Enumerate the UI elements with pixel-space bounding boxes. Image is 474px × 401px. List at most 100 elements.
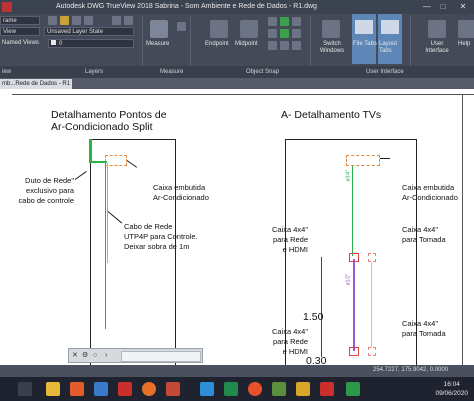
close-icon[interactable]: ✕ bbox=[72, 352, 80, 360]
command-input[interactable] bbox=[121, 351, 201, 362]
caixa-left-label-1: Caixa embutida bbox=[153, 183, 206, 192]
endpoint-label[interactable]: Endpoint bbox=[205, 41, 229, 47]
named-views-label[interactable]: Named Views bbox=[2, 40, 39, 46]
duto-label-3: cabo de controle bbox=[18, 196, 74, 205]
word-icon[interactable] bbox=[94, 382, 108, 396]
measure-icon[interactable] bbox=[150, 20, 168, 38]
system-clock[interactable]: 16:04 09/06/2020 bbox=[435, 380, 468, 398]
power-conduit bbox=[371, 262, 372, 347]
command-line[interactable]: ✕ ⚙ ○ › bbox=[68, 348, 203, 363]
snap-extension-icon[interactable] bbox=[280, 29, 289, 38]
snap-center-icon[interactable] bbox=[268, 17, 277, 26]
freeze-icon[interactable] bbox=[84, 16, 93, 25]
task-view-icon[interactable] bbox=[18, 382, 32, 396]
acrobat-icon[interactable] bbox=[118, 382, 132, 396]
box1-right-label-2: para Tomada bbox=[402, 235, 446, 244]
view-combo[interactable]: View bbox=[0, 27, 40, 36]
layer-match-icon[interactable] bbox=[112, 16, 121, 25]
left-heading-line1: Detalhamento Pontos de bbox=[51, 109, 167, 121]
left-heading-line2: Ar-Condicionado Split bbox=[51, 121, 153, 133]
measure-label[interactable]: Measure bbox=[146, 41, 169, 47]
duto-leader bbox=[74, 171, 87, 180]
snap-quadrant-icon[interactable] bbox=[292, 17, 301, 26]
layer-props-icon[interactable] bbox=[72, 16, 81, 25]
office-icon[interactable] bbox=[70, 382, 84, 396]
excel-icon[interactable] bbox=[224, 382, 238, 396]
box2-right-label-2: para Tomada bbox=[402, 329, 446, 338]
user-interface-label[interactable]: User Interface bbox=[422, 41, 452, 55]
file-tabs-button[interactable]: File Tabs bbox=[352, 14, 377, 64]
close-button[interactable]: ✕ bbox=[456, 0, 470, 14]
snap-node-icon[interactable] bbox=[280, 17, 289, 26]
right-ac-box bbox=[346, 155, 380, 166]
dimension-line bbox=[321, 257, 322, 357]
caixa-left-label-2: Ar-Condicionado bbox=[153, 193, 209, 202]
layer-iso-icon[interactable] bbox=[124, 16, 133, 25]
layer-icon[interactable] bbox=[48, 16, 57, 25]
window-title: Autodesk DWG TrueView 2018 Sabrina - Som… bbox=[56, 3, 317, 10]
power-box-lower bbox=[368, 347, 376, 356]
purple-pipe-label: ø1/2" bbox=[345, 273, 352, 286]
dropdown-icon[interactable] bbox=[177, 22, 186, 31]
minimize-button[interactable]: — bbox=[420, 0, 434, 14]
snap-insertion-icon[interactable] bbox=[292, 29, 301, 38]
sun-icon[interactable] bbox=[60, 16, 69, 25]
panel-layers[interactable]: Layers bbox=[85, 66, 103, 78]
layout-tabs-label: Layout Tabs bbox=[379, 41, 398, 54]
cabo-label-3: Deixar sobra de 1m bbox=[124, 242, 190, 251]
switch-windows-icon[interactable] bbox=[322, 20, 340, 38]
dimension-150: 1.50 bbox=[303, 311, 324, 323]
cabo-label-2: UTP4P para Controle. bbox=[124, 232, 198, 241]
file-explorer-icon[interactable] bbox=[46, 382, 60, 396]
wrench-icon[interactable]: ⚙ bbox=[82, 352, 90, 360]
app-icon[interactable] bbox=[272, 382, 286, 396]
snap-nearest-icon[interactable] bbox=[292, 41, 301, 50]
current-layer-combo[interactable]: 0 bbox=[48, 39, 134, 48]
midpoint-label[interactable]: Midpoint bbox=[235, 41, 258, 47]
document-tab[interactable]: mb...Rede de Dados - R1 bbox=[0, 79, 72, 89]
panel-user-interface[interactable]: User Interface bbox=[366, 66, 404, 78]
title-bar: Autodesk DWG TrueView 2018 Sabrina - Som… bbox=[0, 0, 474, 14]
box1-left-label-2: para Rede bbox=[272, 235, 308, 244]
drawing-canvas[interactable]: Detalhamento Pontos de Ar-Condicionado S… bbox=[0, 89, 474, 365]
taskbar: 16:04 09/06/2020 bbox=[0, 377, 474, 401]
user-interface-icon[interactable] bbox=[428, 20, 446, 38]
snap-intersection-icon[interactable] bbox=[268, 29, 277, 38]
panel-object-snap[interactable]: Object Snap bbox=[246, 66, 279, 78]
dwg-trueview-icon[interactable] bbox=[346, 382, 360, 396]
red-cable bbox=[105, 163, 106, 329]
help-label[interactable]: Help bbox=[458, 41, 470, 47]
layout-tabs-button[interactable]: Layout Tabs bbox=[378, 14, 402, 64]
snap-tangent-icon[interactable] bbox=[280, 41, 289, 50]
help-icon[interactable] bbox=[458, 20, 474, 38]
power-box-upper bbox=[368, 253, 376, 262]
edge-icon[interactable] bbox=[200, 382, 214, 396]
coordinates-readout: 254.7227, 175.9042, 0.0000 bbox=[373, 367, 449, 373]
chevron-icon[interactable]: › bbox=[105, 352, 113, 360]
ribbon-panel-bar: iew Layers Measure Object Snap User Inte… bbox=[0, 66, 474, 78]
left-ac-box bbox=[105, 155, 127, 166]
layer-combo[interactable]: rame bbox=[0, 16, 40, 25]
snap-perpendicular-icon[interactable] bbox=[268, 41, 277, 50]
panel-measure[interactable]: Measure bbox=[160, 66, 183, 78]
box2-left-label-3: e HDMI bbox=[282, 347, 308, 356]
search-icon[interactable]: ○ bbox=[93, 352, 101, 360]
midpoint-icon[interactable] bbox=[240, 20, 258, 38]
panel-view[interactable]: iew bbox=[2, 66, 11, 78]
box2-left-label-1: Caixa 4x4" bbox=[271, 327, 308, 336]
autocad-icon[interactable] bbox=[320, 382, 334, 396]
box2-right-label-1: Caixa 4x4" bbox=[402, 319, 439, 328]
firefox-icon[interactable] bbox=[142, 382, 156, 396]
layer-state-combo[interactable]: Unsaved Layer State bbox=[44, 27, 134, 36]
maximize-button[interactable]: □ bbox=[436, 0, 450, 14]
powerpoint-icon[interactable] bbox=[166, 382, 180, 396]
browser-icon[interactable] bbox=[248, 382, 262, 396]
green-pipe-label: ø3/4" bbox=[345, 169, 352, 182]
clock-date: 09/06/2020 bbox=[435, 390, 468, 397]
switch-windows-label[interactable]: Switch Windows bbox=[318, 41, 346, 55]
file-tabs-label: File Tabs bbox=[353, 41, 377, 47]
folder-icon[interactable] bbox=[296, 382, 310, 396]
dimension-030: 0.30 bbox=[306, 355, 327, 365]
endpoint-icon[interactable] bbox=[210, 20, 228, 38]
box2-left-label-2: para Rede bbox=[272, 337, 308, 346]
